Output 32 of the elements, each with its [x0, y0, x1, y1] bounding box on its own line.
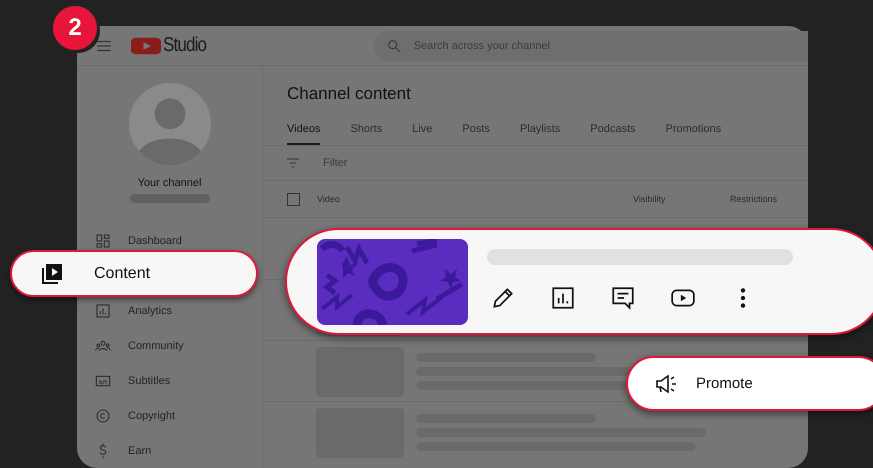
megaphone-icon	[654, 372, 678, 396]
page-title: Channel content	[287, 84, 412, 104]
copyright-icon	[95, 408, 111, 424]
sidebar-item[interactable]: Earn	[77, 440, 152, 460]
column-header: Video	[317, 194, 341, 204]
tab[interactable]: Live	[412, 123, 448, 145]
logo-text: Studio	[163, 34, 206, 57]
bar-chart-icon[interactable]	[550, 284, 576, 310]
step-badge: 2	[53, 6, 97, 50]
column-header: Visibility	[633, 194, 666, 204]
select-all-checkbox[interactable]	[287, 192, 300, 206]
comment-icon[interactable]	[610, 284, 636, 310]
tab[interactable]: Videos	[287, 123, 320, 145]
tab[interactable]: Posts	[462, 123, 505, 145]
avatar-icon	[128, 83, 210, 165]
sidebar-item[interactable]: Analytics	[77, 300, 172, 320]
tab[interactable]: Playlists	[520, 123, 576, 145]
highlighted-nav-item[interactable]: Content	[10, 250, 258, 297]
column-header: Restrictions	[730, 194, 778, 204]
tab[interactable]: Podcasts	[590, 123, 651, 145]
promote-menu-item[interactable]: Promote	[626, 356, 873, 411]
filter-field[interactable]: Filter	[321, 156, 525, 170]
channel-name: Your channel	[138, 177, 202, 189]
sidebar-item[interactable]: Copyright	[77, 406, 176, 426]
video-library-icon	[40, 262, 64, 286]
sidebar-item[interactable]: Community	[77, 336, 184, 356]
sidebar-item[interactable]: Subtitles	[77, 370, 170, 390]
tab[interactable]: Shorts	[350, 123, 398, 145]
tab[interactable]: Promotions	[666, 123, 736, 145]
dashboard-icon	[95, 232, 111, 248]
bar-chart-icon	[95, 302, 111, 318]
sidebar-item[interactable]: Dashboard	[77, 230, 182, 250]
